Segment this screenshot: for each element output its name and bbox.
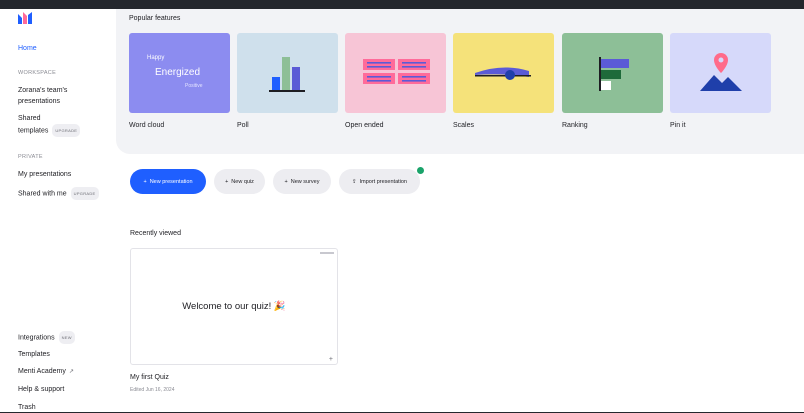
- presentation-edited-date: Edited Jun 16, 2024: [130, 387, 175, 393]
- sidebar-item-shared-templates[interactable]: Shared templates UPGRADE: [18, 113, 81, 137]
- feature-card-poll[interactable]: [237, 33, 338, 113]
- mentimeter-logo-icon[interactable]: [18, 12, 32, 24]
- pin-map-icon: [700, 53, 742, 91]
- feature-card-open-ended[interactable]: [345, 33, 446, 113]
- ranking-icon: [599, 57, 629, 91]
- section-label-private: PRIVATE: [18, 154, 43, 160]
- sidebar: Home WORKSPACE Zorana's team's presentat…: [0, 9, 116, 412]
- plus-icon: +: [284, 178, 288, 185]
- word-cloud-word: Positive: [185, 83, 203, 89]
- new-survey-button[interactable]: + New survey: [273, 169, 331, 194]
- sidebar-item-trash[interactable]: Trash: [18, 402, 36, 413]
- top-strip: [0, 0, 804, 9]
- sidebar-item-help-support[interactable]: Help & support: [18, 384, 64, 395]
- new-presentation-button[interactable]: + New presentation: [130, 169, 206, 194]
- plus-icon: +: [143, 178, 147, 185]
- sidebar-item-menti-academy[interactable]: Menti Academy ↗: [18, 366, 74, 378]
- upload-icon: ⇪: [352, 178, 357, 185]
- sidebar-item-my-presentations[interactable]: My presentations: [18, 169, 71, 180]
- sidebar-item-team-presentations[interactable]: Zorana's team's presentations: [18, 85, 67, 107]
- plus-icon: +: [225, 178, 229, 185]
- feature-card-word-cloud[interactable]: Happy Energized Positive: [129, 33, 230, 113]
- feature-card-pin-it[interactable]: [670, 33, 771, 113]
- app-frame: Home WORKSPACE Zorana's team's presentat…: [0, 9, 804, 412]
- feature-label-poll: Poll: [237, 122, 249, 129]
- features-title: Popular features: [129, 15, 181, 22]
- recently-viewed-title: Recently viewed: [130, 230, 181, 237]
- section-label-workspace: WORKSPACE: [18, 70, 57, 76]
- feature-label-ranking: Ranking: [562, 122, 588, 129]
- slide-title: Welcome to our quiz! 🎉: [182, 301, 286, 312]
- new-quiz-button[interactable]: + New quiz: [214, 169, 265, 194]
- feature-card-ranking[interactable]: [562, 33, 663, 113]
- sidebar-item-shared-with-me[interactable]: Shared with me UPGRADE: [18, 187, 99, 200]
- thumbnail-bar: [320, 252, 334, 254]
- word-cloud-word: Energized: [155, 67, 201, 78]
- open-ended-icon: [363, 59, 430, 84]
- presentation-name[interactable]: My first Quiz: [130, 374, 169, 381]
- presentation-thumbnail[interactable]: Welcome to our quiz! 🎉 +: [130, 248, 338, 365]
- sidebar-item-home[interactable]: Home: [18, 45, 37, 52]
- sidebar-item-integrations[interactable]: Integrations NEW: [18, 331, 75, 344]
- external-link-icon: ↗: [68, 369, 74, 375]
- upgrade-badge: UPGRADE: [52, 124, 81, 137]
- feature-label-scales: Scales: [453, 122, 475, 129]
- feature-card-scales[interactable]: [453, 33, 554, 113]
- new-badge: NEW: [58, 331, 75, 344]
- popular-features-panel: Popular features Happy Energized Positiv…: [116, 9, 804, 154]
- sidebar-item-templates[interactable]: Templates: [18, 349, 50, 360]
- feature-label-word-cloud: Word cloud: [129, 122, 165, 129]
- expand-icon[interactable]: +: [329, 356, 333, 363]
- word-cloud-word: Happy: [147, 55, 165, 61]
- feature-label-pin-it: Pin it: [670, 122, 686, 129]
- upgrade-badge: UPGRADE: [70, 187, 99, 200]
- scales-icon: [475, 67, 531, 80]
- feature-label-open-ended: Open ended: [345, 122, 384, 129]
- notification-dot: [416, 166, 425, 175]
- import-presentation-button[interactable]: ⇪ Import presentation: [339, 169, 420, 194]
- poll-chart-icon: [269, 57, 305, 92]
